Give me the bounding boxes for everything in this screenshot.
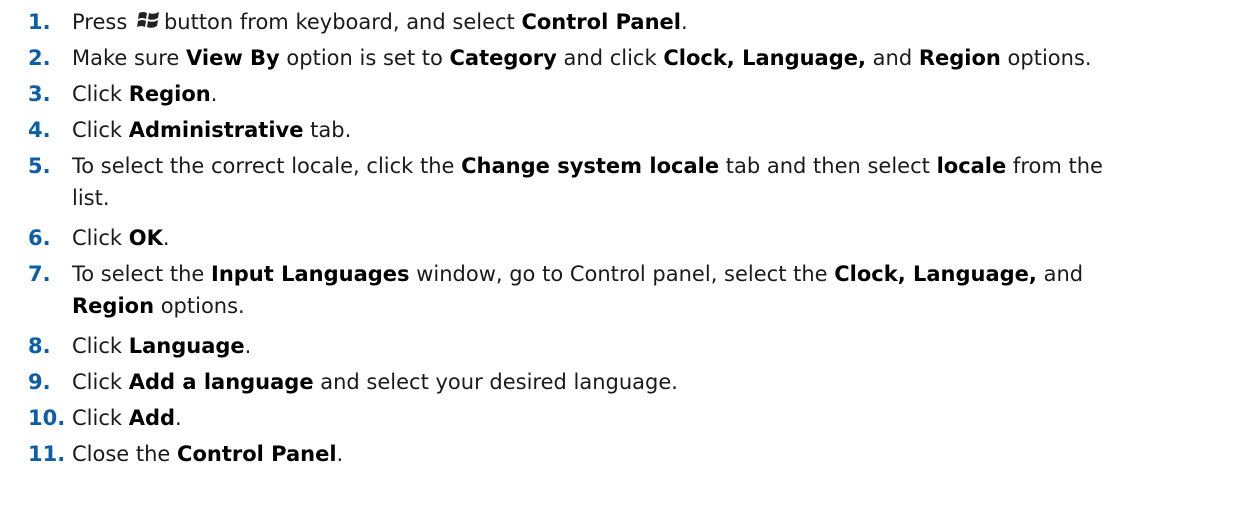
text-run-bold: Add	[128, 406, 176, 430]
text-run-bold: Administrative	[128, 118, 304, 142]
text-run: window, go to Control panel, select the	[409, 262, 835, 286]
step-text: To select the Input Languages window, go…	[72, 258, 1232, 322]
text-run: Click	[72, 226, 129, 250]
text-run-bold: Region	[72, 294, 155, 318]
instruction-list: 1. Press button from keyboard, and selec…	[0, 0, 1241, 516]
text-run-bold: Add a language	[128, 370, 314, 394]
step-text: Click OK.	[72, 222, 1232, 254]
text-run-bold: Control Panel	[177, 442, 337, 466]
text-run: and click	[556, 46, 664, 70]
text-run-bold: View By	[186, 46, 280, 70]
text-run-bold: OK	[128, 226, 163, 250]
text-run: Make sure	[72, 46, 187, 70]
text-run: options.	[154, 294, 245, 318]
text-run: .	[680, 10, 688, 34]
text-run: from the	[1006, 154, 1103, 178]
text-run-bold: Region	[128, 82, 211, 106]
step-text: Click Administrative tab.	[72, 114, 1232, 146]
step-text: Make sure View By option is set to Categ…	[72, 42, 1232, 74]
step-number: 9.	[28, 370, 51, 394]
step-number: 2.	[28, 46, 51, 70]
text-run-bold: locale	[936, 154, 1007, 178]
text-run: Click	[72, 370, 129, 394]
text-run: and	[1036, 262, 1084, 286]
step-text: Click Add a language and select your des…	[72, 366, 1232, 398]
text-run: .	[162, 226, 170, 250]
step-number: 5.	[28, 154, 51, 178]
step-number: 11.	[28, 442, 66, 466]
text-run: button from keyboard, and select	[163, 10, 522, 34]
step-number: 8.	[28, 334, 51, 358]
windows-logo-icon	[136, 8, 162, 32]
step-number: 6.	[28, 226, 51, 250]
text-run: Press	[72, 10, 134, 34]
step-text: Click Region.	[72, 78, 1232, 110]
text-run: list.	[72, 186, 110, 210]
text-run-bold: Language	[128, 334, 245, 358]
step-text: Close the Control Panel.	[72, 438, 1232, 470]
text-run: tab and then select	[719, 154, 937, 178]
step-number: 3.	[28, 82, 51, 106]
text-run: tab.	[303, 118, 352, 142]
step-number: 1.	[28, 10, 51, 34]
text-run: Click	[72, 118, 129, 142]
text-run: .	[175, 406, 182, 430]
text-run: Click	[72, 82, 129, 106]
text-run: and select your desired language.	[313, 370, 678, 394]
text-run-bold: Clock, Language,	[834, 262, 1037, 286]
text-run-bold: Region	[918, 46, 1001, 70]
text-run: .	[336, 442, 344, 466]
text-run-bold: Clock, Language,	[663, 46, 866, 70]
text-run-bold: Change system locale	[461, 154, 720, 178]
text-run: .	[210, 82, 218, 106]
text-run: Close the	[72, 442, 178, 466]
step-text: To select the correct locale, click the …	[72, 150, 1232, 214]
step-number: 7.	[28, 262, 51, 286]
text-run: option is set to	[279, 46, 450, 70]
step-text: Press button from keyboard, and select C…	[72, 6, 1232, 38]
step-number: 10.	[28, 406, 66, 430]
text-run: To select the correct locale, click the	[72, 154, 462, 178]
text-run: Click	[72, 334, 129, 358]
text-run-bold: Category	[449, 46, 557, 70]
text-run: and	[865, 46, 919, 70]
text-run: Click	[72, 406, 129, 430]
step-text: Click Add.	[72, 402, 1232, 434]
step-text: Click Language.	[72, 330, 1232, 362]
text-run: To select the	[72, 262, 211, 286]
step-number: 4.	[28, 118, 51, 142]
text-run-bold: Control Panel	[521, 10, 681, 34]
text-run: .	[244, 334, 252, 358]
text-run: options.	[1000, 46, 1092, 70]
text-run-bold: Input Languages	[211, 262, 410, 286]
